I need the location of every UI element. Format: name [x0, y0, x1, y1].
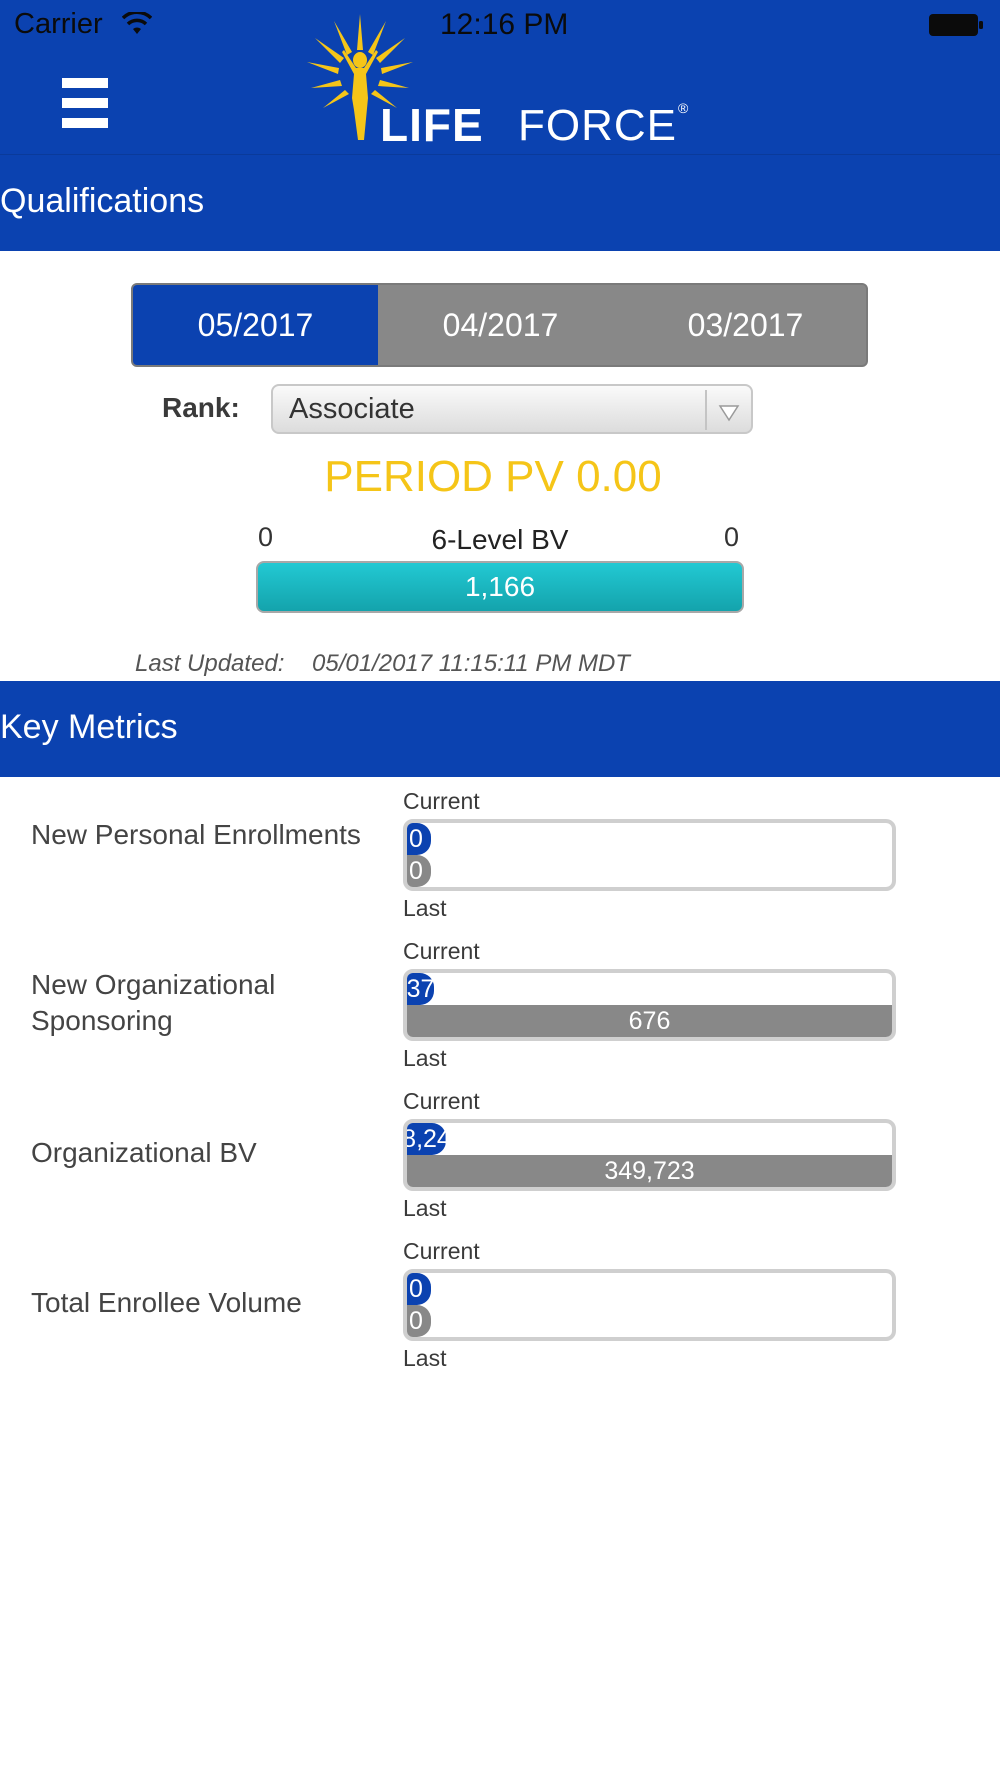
metric-current-value: 37 — [406, 974, 435, 1003]
last-updated-label: Last Updated: — [135, 650, 285, 677]
qualifications-header: Qualifications — [0, 155, 1000, 251]
status-carrier: Carrier — [14, 8, 103, 40]
metric-current-value: 28,245 — [403, 1124, 465, 1153]
metric-bar-new-organizational-sponsoring: 37 676 — [403, 969, 896, 1041]
metric-current-caption: Current — [403, 788, 480, 814]
rank-select[interactable]: Associate — [271, 384, 753, 434]
metric-current-bar: 0 — [407, 1273, 431, 1305]
wifi-icon — [122, 12, 152, 34]
metric-current-value: 0 — [409, 1274, 423, 1303]
metric-label-organizational-bv: Organizational BV — [31, 1137, 257, 1168]
metric-last-caption: Last — [403, 895, 447, 921]
metric-last-caption: Last — [403, 1195, 447, 1221]
status-time: 12:16 PM — [440, 8, 569, 41]
metric-label-new-personal-enrollments: New Personal Enrollments — [31, 819, 361, 850]
key-metrics-title: Key Metrics — [0, 708, 178, 746]
rank-select-divider — [705, 390, 707, 430]
metric-current-bar: 0 — [407, 823, 431, 855]
bv-value: 1,166 — [464, 571, 536, 602]
metric-last-value: 349,723 — [604, 1156, 695, 1185]
battery-icon — [929, 14, 983, 36]
rank-label: Rank: — [162, 392, 240, 423]
metric-last-bar: 0 — [407, 1305, 431, 1337]
key-metrics-header: Key Metrics — [0, 681, 1000, 777]
chevron-down-icon — [718, 405, 740, 422]
metric-current-caption: Current — [403, 1238, 480, 1264]
metric-last-caption: Last — [403, 1045, 447, 1071]
rank-select-value: Associate — [289, 393, 415, 425]
metric-current-caption: Current — [403, 938, 480, 964]
metric-last-value: 676 — [628, 1006, 671, 1035]
metric-label-total-enrollee-volume: Total Enrollee Volume — [31, 1287, 302, 1318]
metric-label-new-organizational-sponsoring: New Organizational Sponsoring — [31, 969, 276, 1036]
bv-min-value: 0 — [258, 522, 274, 552]
logo-force-text: FORCE — [518, 101, 677, 150]
hamburger-menu-icon[interactable] — [62, 78, 108, 128]
metric-last-bar: 676 — [407, 1005, 892, 1037]
metric-last-bar: 349,723 — [407, 1155, 892, 1187]
period-tab-04-2017[interactable]: 04/2017 — [378, 285, 623, 365]
last-updated-value: 05/01/2017 11:15:11 PM MDT — [312, 650, 630, 677]
logo-registered-mark: ® — [678, 100, 689, 116]
metric-last-caption: Last — [403, 1345, 447, 1371]
metric-current-bar: 28,245 — [407, 1123, 465, 1155]
metric-bar-total-enrollee-volume: 0 0 — [403, 1269, 896, 1341]
period-segmented-control: 05/2017 04/2017 03/2017 — [131, 283, 868, 367]
metric-current-bar: 37 — [407, 973, 434, 1005]
period-tab-05-2017[interactable]: 05/2017 — [133, 285, 378, 365]
metric-bar-organizational-bv: 28,245 349,723 — [403, 1119, 896, 1191]
bv-progress-bar: 1,166 — [256, 561, 744, 613]
metric-last-value: 0 — [409, 856, 423, 885]
logo-life-text: LIFE — [380, 99, 484, 151]
bv-label: 6-Level BV — [431, 524, 569, 555]
metric-last-value: 0 — [409, 1306, 423, 1335]
bv-max-value: 0 — [724, 522, 740, 552]
period-pv: PERIOD PV 0.00 — [324, 452, 662, 501]
metric-bar-new-personal-enrollments: 0 0 — [403, 819, 896, 891]
period-tab-03-2017[interactable]: 03/2017 — [623, 285, 866, 365]
qualifications-title: Qualifications — [0, 182, 205, 220]
metric-current-caption: Current — [403, 1088, 480, 1114]
metric-current-value: 0 — [409, 824, 423, 853]
metric-last-bar: 0 — [407, 855, 431, 887]
